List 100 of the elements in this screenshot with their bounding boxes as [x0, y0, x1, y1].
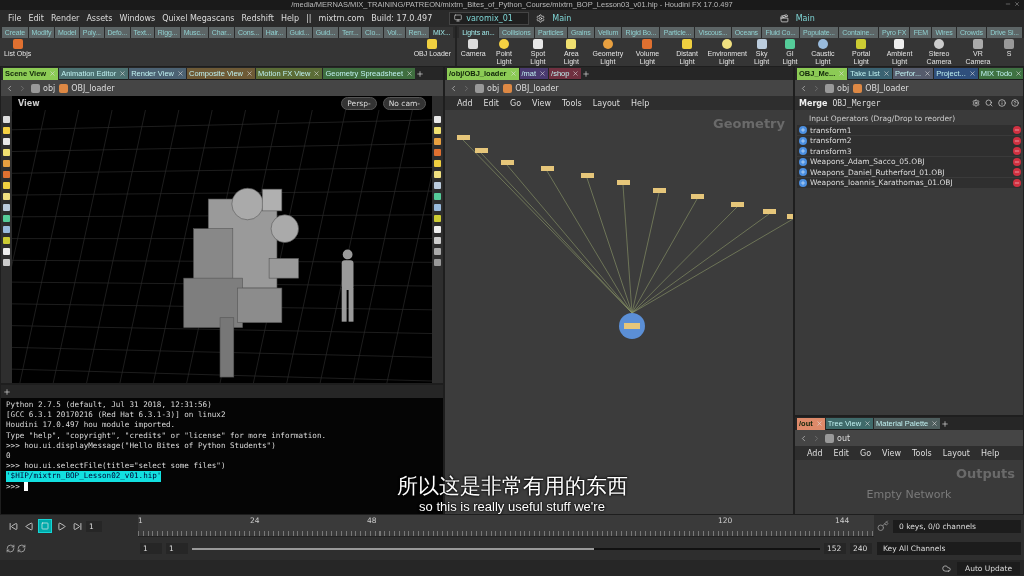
- path-segment[interactable]: OBJ_loader: [515, 83, 559, 93]
- forward-icon[interactable]: [812, 83, 821, 93]
- play-reverse-button[interactable]: [22, 519, 36, 533]
- menu-item[interactable]: Help: [631, 98, 650, 108]
- remove-icon[interactable]: [1013, 157, 1021, 166]
- network-node[interactable]: [731, 202, 744, 207]
- gear-icon[interactable]: [536, 13, 546, 23]
- menu-item[interactable]: View: [532, 98, 552, 108]
- desktop-name[interactable]: Main: [552, 13, 572, 23]
- back-icon[interactable]: [5, 83, 14, 93]
- loop-icon[interactable]: [17, 544, 26, 553]
- search-icon[interactable]: [985, 99, 993, 107]
- remove-icon[interactable]: [1013, 126, 1021, 134]
- close-icon[interactable]: [1014, 1, 1020, 7]
- info-icon[interactable]: [998, 99, 1006, 107]
- menu-item[interactable]: Help: [280, 13, 300, 23]
- menu-item[interactable]: Tools: [562, 98, 582, 108]
- key-icon[interactable]: [877, 520, 889, 532]
- path-segment[interactable]: obj: [487, 83, 500, 93]
- menu-item[interactable]: Layout: [592, 98, 620, 108]
- path-segment[interactable]: OBJ_loader: [71, 83, 115, 93]
- menu-item[interactable]: Edit: [28, 13, 44, 23]
- node-name-field[interactable]: OBJ_Merger: [832, 98, 881, 108]
- forward-icon[interactable]: [462, 83, 471, 93]
- close-icon[interactable]: [1015, 69, 1023, 77]
- close-icon[interactable]: [246, 69, 254, 77]
- text-cursor: [23, 482, 28, 492]
- network-node[interactable]: [581, 173, 594, 178]
- plus-icon[interactable]: [799, 126, 807, 134]
- network-node[interactable]: [541, 166, 554, 171]
- network-node[interactable]: [691, 194, 704, 199]
- network-node[interactable]: [617, 180, 630, 185]
- site-link[interactable]: mixtrn.com: [318, 13, 365, 23]
- settings-icon[interactable]: [972, 99, 980, 107]
- forward-icon[interactable]: [812, 433, 821, 443]
- menu-item[interactable]: Help: [981, 448, 1000, 458]
- remove-icon[interactable]: [1013, 168, 1021, 176]
- plus-icon[interactable]: [799, 178, 807, 187]
- menu-item[interactable]: Go: [860, 448, 872, 458]
- menu-item[interactable]: Render: [50, 13, 80, 23]
- node-icon: [59, 83, 69, 93]
- close-icon[interactable]: [924, 69, 932, 77]
- close-icon[interactable]: [968, 69, 976, 77]
- close-icon[interactable]: [313, 69, 321, 77]
- plus-icon[interactable]: [799, 136, 807, 145]
- add-tab-icon[interactable]: [582, 69, 591, 78]
- network-node[interactable]: [787, 214, 793, 219]
- menu-item[interactable]: Add: [807, 448, 823, 458]
- network-node[interactable]: [653, 188, 666, 193]
- range-slider[interactable]: [192, 547, 820, 550]
- plus-icon[interactable]: [799, 157, 807, 166]
- close-icon[interactable]: [864, 419, 872, 427]
- path-segment[interactable]: obj: [43, 83, 56, 93]
- close-icon[interactable]: [882, 69, 890, 77]
- network-node[interactable]: [475, 148, 488, 153]
- network-node[interactable]: [457, 135, 470, 140]
- menu-item[interactable]: Assets: [86, 13, 113, 23]
- minimize-icon[interactable]: [1005, 1, 1011, 7]
- light-icon: [566, 39, 577, 49]
- path-segment[interactable]: out: [837, 433, 851, 443]
- plus-icon[interactable]: [799, 147, 807, 155]
- node-type-label: Merge: [799, 98, 828, 108]
- close-icon[interactable]: [931, 419, 939, 427]
- menu-item[interactable]: Tools: [912, 448, 932, 458]
- back-icon[interactable]: [449, 83, 458, 93]
- close-icon[interactable]: [572, 69, 580, 77]
- menu-item[interactable]: View: [882, 448, 902, 458]
- network-node[interactable]: [501, 160, 514, 165]
- desktop-selector[interactable]: varomix_01: [449, 11, 530, 25]
- menu-item[interactable]: Add: [457, 98, 473, 108]
- menu-item[interactable]: Go: [510, 98, 522, 108]
- menu-item[interactable]: Edit: [483, 98, 499, 108]
- tool-icon: [427, 39, 438, 49]
- plus-icon[interactable]: [799, 168, 807, 176]
- desktop-name[interactable]: Main: [795, 13, 815, 23]
- close-icon[interactable]: [539, 69, 547, 77]
- help-icon[interactable]: [1011, 99, 1019, 107]
- merge-node[interactable]: [619, 313, 645, 339]
- menu-item[interactable]: Quixel Megascans: [162, 13, 235, 23]
- menu-item[interactable]: Windows: [119, 13, 156, 23]
- add-tab-icon[interactable]: [3, 387, 11, 396]
- remove-icon[interactable]: [1013, 136, 1021, 145]
- light-icon: [784, 39, 795, 49]
- remove-icon[interactable]: [1013, 147, 1021, 155]
- network-node[interactable]: [763, 209, 776, 214]
- menu-item[interactable]: File: [8, 13, 22, 23]
- menu-item[interactable]: Layout: [942, 448, 970, 458]
- path-segment[interactable]: obj: [837, 83, 850, 93]
- menu-item[interactable]: Edit: [833, 448, 849, 458]
- add-tab-icon[interactable]: [941, 419, 950, 428]
- back-icon[interactable]: [799, 83, 808, 93]
- path-segment[interactable]: OBJ_loader: [865, 83, 909, 93]
- back-icon[interactable]: [799, 433, 808, 443]
- node-icon: [31, 83, 40, 93]
- add-tab-icon[interactable]: [416, 69, 424, 78]
- remove-icon[interactable]: [1013, 178, 1021, 187]
- close-icon[interactable]: [119, 69, 127, 77]
- light-icon: [468, 39, 479, 49]
- menu-item[interactable]: Redshift: [241, 13, 274, 23]
- forward-icon[interactable]: [18, 83, 27, 93]
